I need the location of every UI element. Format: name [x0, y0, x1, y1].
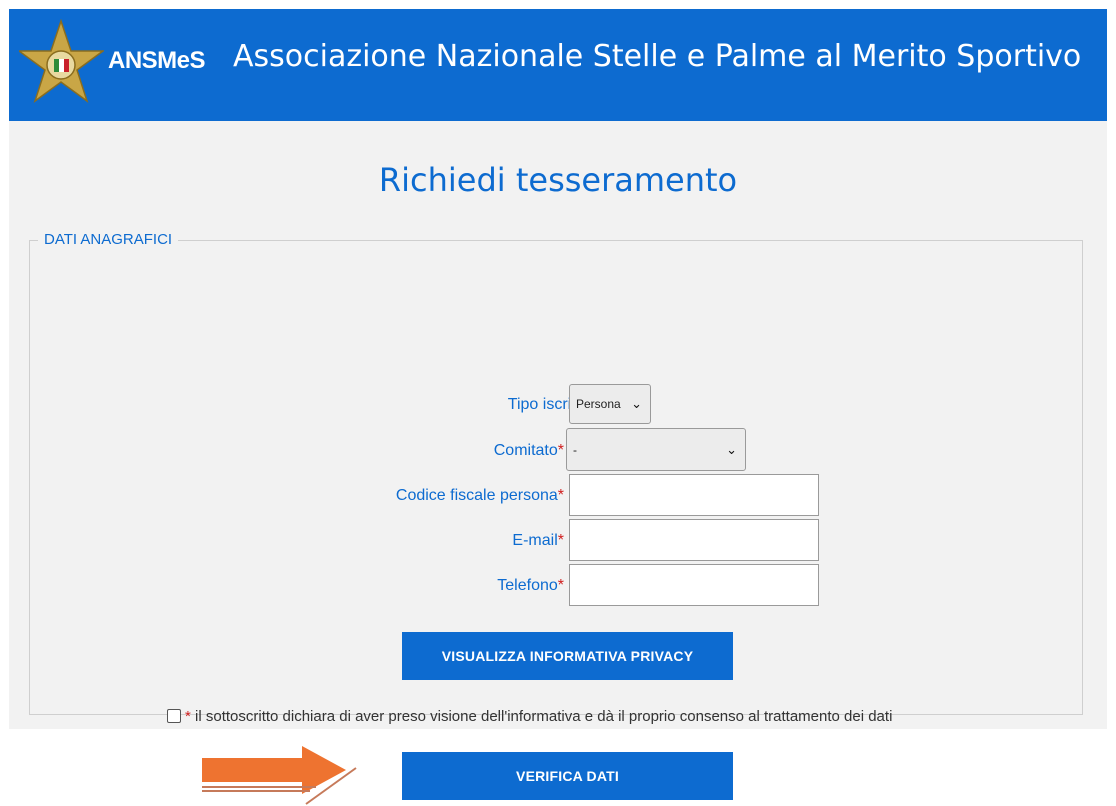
codice-fiscale-input[interactable] — [569, 474, 819, 516]
telefono-input[interactable] — [569, 564, 819, 606]
arrow-right-icon — [202, 746, 357, 805]
chevron-down-icon: ⌄ — [726, 441, 737, 457]
required-marker: * — [557, 442, 564, 459]
required-marker: * — [557, 577, 564, 594]
site-header: ANSMeS Associazione Nazionale Stelle e P… — [9, 9, 1107, 121]
comitato-label: Comitato* — [493, 442, 564, 459]
email-input[interactable] — [569, 519, 819, 561]
logo-text[interactable]: ANSMeS — [108, 47, 206, 75]
fieldset-legend: DATI ANAGRAFICI — [38, 231, 179, 248]
comitato-value: - — [573, 442, 577, 457]
verify-data-button[interactable]: VERIFICA DATI — [402, 752, 733, 800]
main-content: Richiedi tesseramento DATI ANAGRAFICI Ti… — [9, 121, 1107, 805]
registry-fieldset: DATI ANAGRAFICI Tipo iscritto Persona ⌄ … — [29, 231, 1083, 805]
chevron-down-icon: ⌄ — [631, 396, 642, 411]
consent-checkbox[interactable] — [167, 709, 181, 723]
codice-fiscale-label: Codice fiscale persona* — [395, 487, 564, 504]
comitato-select[interactable]: - ⌄ — [566, 428, 746, 471]
telefono-label: Telefono* — [497, 577, 564, 594]
required-marker: * — [185, 708, 191, 725]
tipo-iscritto-value: Persona — [576, 397, 621, 411]
required-marker: * — [557, 532, 564, 549]
privacy-info-button[interactable]: VISUALIZZA INFORMATIVA PRIVACY — [402, 632, 733, 680]
tipo-iscritto-select[interactable]: Persona ⌄ — [569, 384, 651, 424]
site-title: Associazione Nazionale Stelle e Palme al… — [233, 39, 1082, 74]
email-label: E-mail* — [512, 532, 564, 549]
page-title: Richiedi tesseramento — [378, 161, 738, 199]
required-marker: * — [557, 487, 564, 504]
star-emblem-icon[interactable] — [19, 19, 104, 109]
consent-text: * il sottoscritto dichiara di aver preso… — [185, 708, 893, 725]
